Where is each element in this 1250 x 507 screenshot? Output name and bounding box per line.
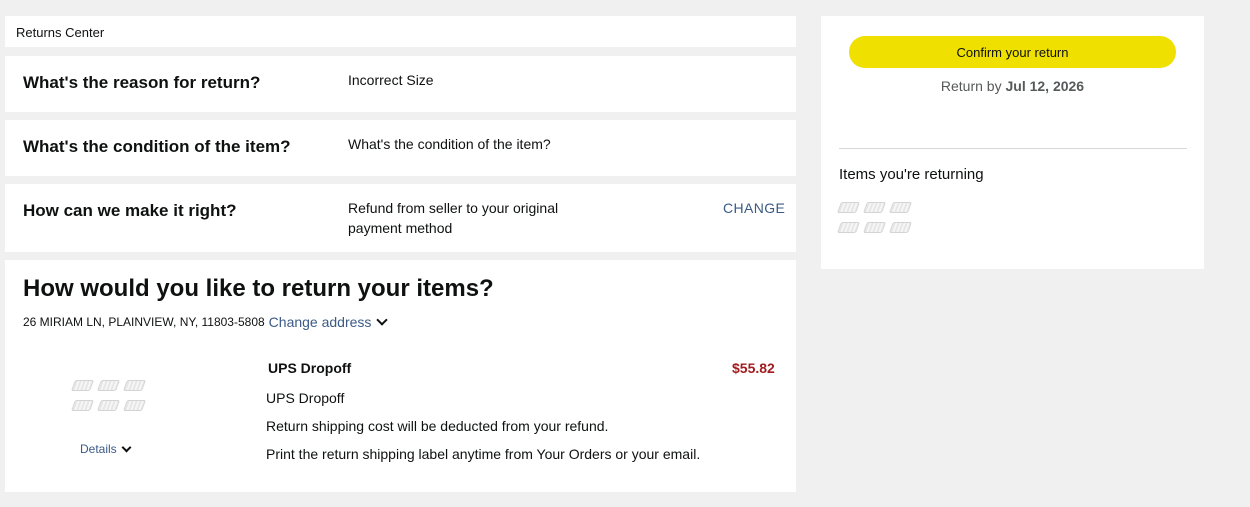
details-label: Details	[80, 442, 117, 456]
shipping-option-line: Print the return shipping label anytime …	[266, 446, 701, 462]
item-condition-row[interactable]: What's the condition of the item? What's…	[5, 120, 796, 176]
change-address-link[interactable]: Change address	[268, 314, 389, 330]
returning-item-thumbnails	[837, 200, 911, 234]
item-thumbnail-icon	[889, 200, 911, 214]
condition-question-label: What's the condition of the item?	[23, 137, 291, 156]
confirm-return-button[interactable]: Confirm your return	[849, 36, 1176, 68]
return-by-text: Return by Jul 12, 2026	[821, 78, 1204, 94]
item-thumbnail-icon	[837, 200, 859, 214]
item-thumbnail-icon	[123, 398, 145, 412]
reason-answer: Incorrect Size	[348, 72, 434, 88]
remedy-question-label: How can we make it right?	[23, 201, 237, 220]
reason-question-label: What's the reason for return?	[23, 73, 261, 92]
item-thumbnail-icon	[97, 378, 119, 392]
return-address: 26 MIRIAM LN, PLAINVIEW, NY, 11803-5808	[23, 315, 265, 329]
return-by-prefix: Return by	[940, 78, 1002, 94]
shipping-option-title[interactable]: UPS Dropoff	[268, 360, 351, 376]
chevron-down-icon	[376, 314, 389, 326]
item-thumbnail-icon	[123, 378, 145, 392]
chevron-down-icon	[121, 442, 132, 452]
item-thumbnail-icon	[837, 220, 859, 234]
item-thumbnail-icon	[863, 200, 885, 214]
items-returning-heading: Items you're returning	[839, 166, 984, 183]
return-address-line: 26 MIRIAM LN, PLAINVIEW, NY, 11803-5808 …	[23, 314, 389, 330]
reason-for-return-row[interactable]: What's the reason for return? Incorrect …	[5, 56, 796, 112]
item-thumbnail-icon	[71, 378, 93, 392]
item-thumbnail-icon	[97, 398, 119, 412]
item-thumbnail-icon	[889, 220, 911, 234]
shipping-option-price: $55.82	[732, 360, 775, 376]
return-by-date: Jul 12, 2026	[1005, 78, 1085, 94]
condition-answer: What's the condition of the item?	[348, 136, 551, 152]
change-address-label: Change address	[268, 314, 372, 330]
details-toggle[interactable]: Details	[80, 442, 132, 456]
return-summary-card: Confirm your return Return by Jul 12, 20…	[821, 16, 1204, 269]
make-it-right-row: How can we make it right? Refund from se…	[5, 184, 796, 252]
shipping-option-line: UPS Dropoff	[266, 390, 345, 406]
change-remedy-link[interactable]: CHANGE	[723, 200, 785, 216]
return-method-card: How would you like to return your items?…	[5, 260, 796, 492]
item-thumbnail-icon	[863, 220, 885, 234]
item-thumbnail-icon	[71, 398, 93, 412]
page-title: Returns Center	[16, 25, 105, 40]
divider	[839, 148, 1187, 149]
remedy-answer: Refund from seller to your original paym…	[348, 200, 559, 236]
item-thumbnails	[71, 378, 145, 412]
returns-center-header: Returns Center	[5, 16, 796, 47]
return-method-title: How would you like to return your items?	[23, 275, 494, 302]
shipping-option-line: Return shipping cost will be deducted fr…	[266, 418, 609, 434]
